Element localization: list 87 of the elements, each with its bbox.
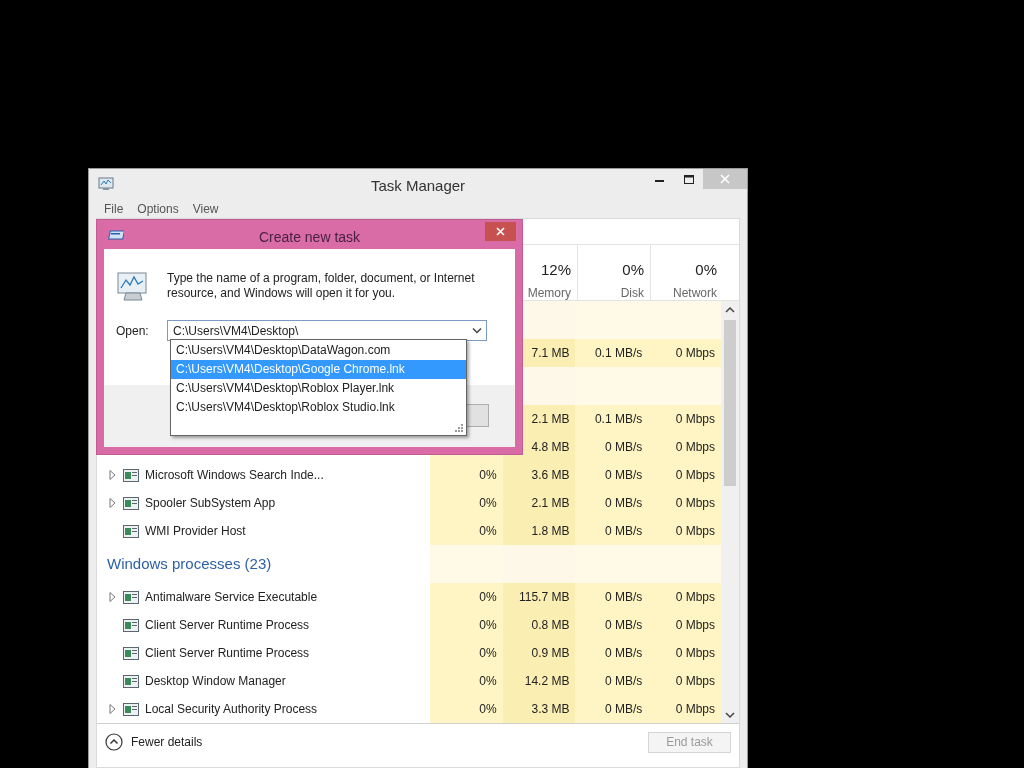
process-icon	[123, 701, 139, 717]
process-icon	[123, 467, 139, 483]
scroll-thumb[interactable]	[724, 320, 736, 486]
table-cell: 0 MB/s	[575, 667, 649, 695]
menu-item[interactable]: View	[185, 198, 226, 218]
table-cell: 0.1 MB/s	[575, 405, 649, 433]
scroll-up-icon[interactable]	[725, 305, 735, 314]
scroll-down-icon[interactable]	[725, 710, 735, 719]
table-cell: 3.6 MB	[502, 461, 576, 489]
column-header[interactable]: Memory	[527, 283, 571, 302]
suggestion-item[interactable]: C:\Users\VM4\Desktop\DataWagon.com	[171, 341, 466, 360]
process-name: Microsoft Windows Search Inde...	[145, 467, 324, 484]
table-cell: 0%	[429, 517, 503, 545]
table-cell: 0 Mbps	[648, 667, 721, 695]
table-cell: 0 Mbps	[648, 583, 721, 611]
process-icon	[123, 645, 139, 661]
table-cell: 0 MB/s	[575, 639, 649, 667]
usage-percent: 12%	[540, 260, 571, 280]
table-cell: 0 MB/s	[575, 433, 649, 461]
window-title: Task Manager	[370, 176, 466, 196]
table-cell: 1.8 MB	[502, 517, 576, 545]
table-cell: 0 Mbps	[648, 611, 721, 639]
process-name: Desktop Window Manager	[145, 673, 286, 690]
resize-grip-icon[interactable]	[453, 422, 464, 433]
app-icon	[98, 176, 114, 191]
table-cell: 3.3 MB	[502, 695, 576, 723]
table-cell: 0%	[429, 583, 503, 611]
table-cell: 0 MB/s	[575, 695, 649, 723]
table-cell: 115.7 MB	[502, 583, 576, 611]
fewer-details-button[interactable]: Fewer details	[105, 733, 203, 751]
field-label: Open:	[116, 322, 150, 340]
usage-percent: 0%	[622, 260, 644, 280]
table-cell: 0 Mbps	[648, 695, 721, 723]
process-icon	[123, 523, 139, 539]
column-header[interactable]: Network	[673, 283, 717, 302]
process-icon	[123, 673, 139, 689]
close-icon	[496, 227, 505, 236]
table-cell: 0 Mbps	[648, 639, 721, 667]
table-cell: 0.8 MB	[502, 611, 576, 639]
menu-item[interactable]: Options	[130, 198, 186, 218]
table-cell: 0%	[429, 695, 503, 723]
collapse-icon	[105, 733, 123, 751]
table-cell: 0%	[429, 489, 503, 517]
process-icon	[123, 495, 139, 511]
table-cell: 14.2 MB	[502, 667, 576, 695]
table-cell: 0 Mbps	[648, 339, 721, 367]
table-cell: 2.1 MB	[502, 489, 576, 517]
dropdown-icon[interactable]	[472, 327, 482, 334]
close-button[interactable]	[485, 222, 516, 241]
menu-item[interactable]: File	[97, 198, 131, 218]
table-cell: 0.9 MB	[502, 639, 576, 667]
maximize-icon	[683, 174, 694, 184]
group-heading: Windows processes (23)	[106, 553, 273, 574]
process-name: WMI Provider Host	[145, 523, 246, 540]
table-cell: 0%	[429, 667, 503, 695]
dialog-message: Type the name of a program, folder, document, or Internet resource, and Windows will open it for you.	[167, 271, 476, 302]
usage-percent: 0%	[695, 260, 717, 280]
table-cell: 0 MB/s	[575, 583, 649, 611]
table-cell: 0 Mbps	[648, 517, 721, 545]
open-field[interactable]: C:\Users\VM4\Desktop\	[167, 320, 487, 341]
process-name: Client Server Runtime Process	[145, 617, 310, 634]
process-icon	[123, 617, 139, 633]
close-icon	[720, 174, 730, 184]
table-cell: 0 MB/s	[575, 517, 649, 545]
table-cell: 0%	[429, 639, 503, 667]
dialog-title: Create new task	[258, 228, 361, 247]
process-name: Spooler SubSystem App	[145, 495, 276, 512]
suggestion-item[interactable]: C:\Users\VM4\Desktop\Roblox Player.lnk	[171, 379, 466, 398]
computer-icon	[116, 271, 148, 302]
process-name: Client Server Runtime Process	[145, 645, 310, 662]
table-cell: 0 Mbps	[648, 405, 721, 433]
table-cell: 0 Mbps	[648, 433, 721, 461]
table-cell: 0 Mbps	[648, 461, 721, 489]
process-icon	[123, 589, 139, 605]
scrollbar[interactable]	[721, 301, 739, 723]
table-cell: 0 Mbps	[648, 489, 721, 517]
column-header[interactable]: Disk	[620, 283, 644, 302]
table-cell: 0.1 MB/s	[575, 339, 649, 367]
table-cell: 0 MB/s	[575, 489, 649, 517]
run-icon	[108, 227, 124, 242]
process-name: Local Security Authority Process	[145, 701, 318, 718]
table-cell: 0 MB/s	[575, 611, 649, 639]
table-cell: 0 MB/s	[575, 461, 649, 489]
process-name: Antimalware Service Executable	[145, 589, 318, 606]
table-cell: 0%	[429, 461, 503, 489]
table-cell: 0%	[429, 611, 503, 639]
suggestion-item[interactable]: C:\Users\VM4\Desktop\Roblox Studio.lnk	[171, 398, 466, 417]
